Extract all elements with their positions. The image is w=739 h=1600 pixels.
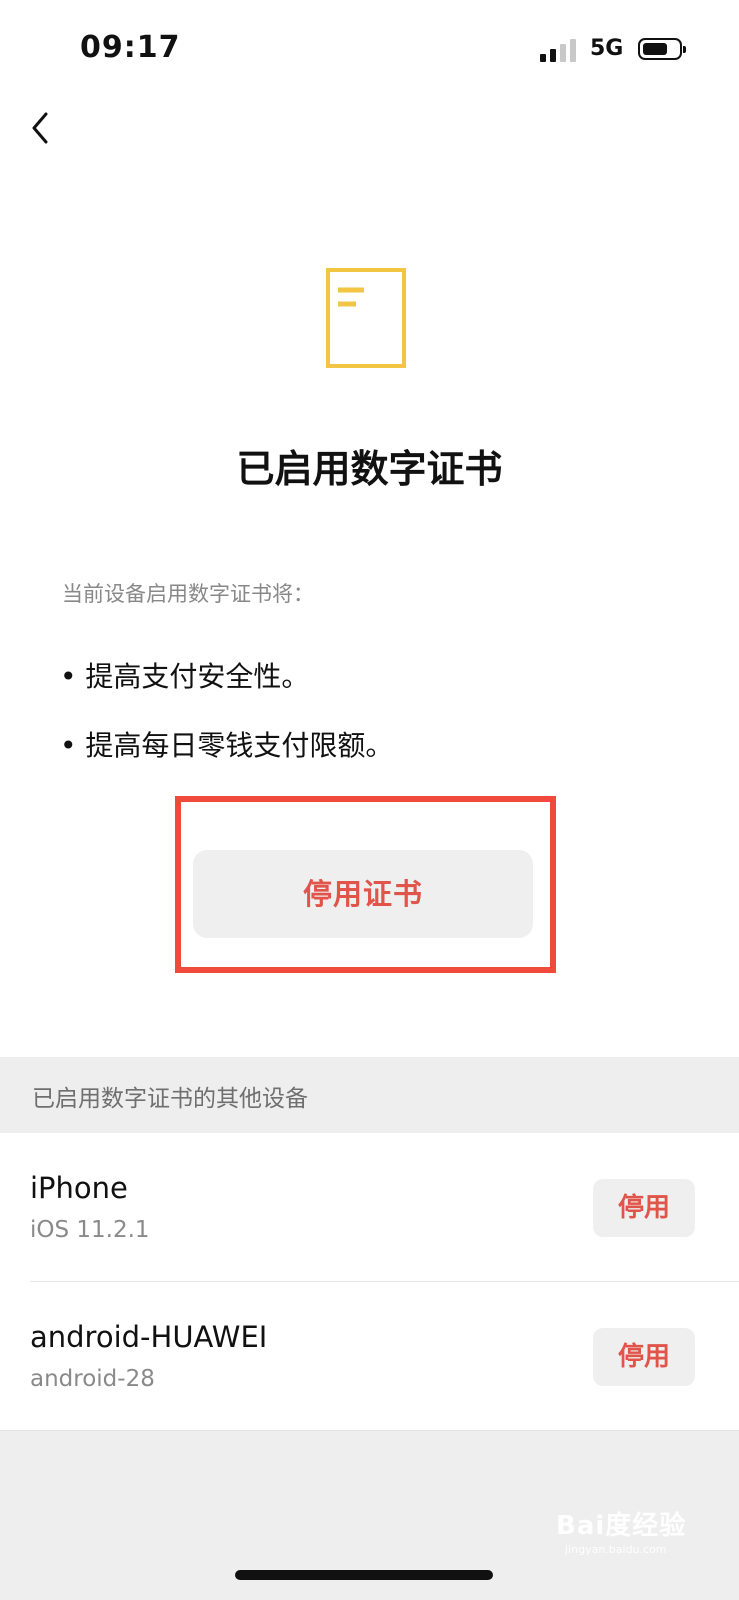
device-row: iPhone iOS 11.2.1 停用 (0, 1133, 739, 1282)
watermark-url: jingyan.baidu.com (565, 1543, 667, 1556)
device-name: iPhone (30, 1171, 128, 1205)
network-type: 5G (590, 36, 624, 61)
disable-device-button[interactable]: 停用 (593, 1179, 695, 1237)
device-row: android-HUAWEI android-28 停用 (0, 1282, 739, 1430)
certificate-page: 09:17 5G 已启用数字证书 当前设备启用数字证书将： • 提高支付安全性。… (0, 0, 739, 1600)
disable-certificate-button[interactable]: 停用证书 (193, 850, 533, 938)
status-time: 09:17 (80, 30, 181, 65)
other-devices-list: iPhone iOS 11.2.1 停用 android-HUAWEI andr… (0, 1133, 739, 1430)
chevron-left-icon (32, 112, 48, 144)
watermark: Bai度经验 (556, 1511, 687, 1541)
other-devices-section-header: 已启用数字证书的其他设备 (0, 1057, 739, 1133)
signal-icon (540, 38, 580, 62)
battery-icon (638, 38, 686, 60)
document-icon (326, 268, 406, 368)
home-indicator[interactable] (235, 1570, 493, 1580)
page-title: 已启用数字证书 (236, 447, 503, 491)
benefit-item: • 提高支付安全性。 (60, 660, 310, 693)
status-bar: 09:17 5G (0, 0, 739, 100)
back-button[interactable] (28, 108, 68, 152)
device-os: android-28 (30, 1366, 155, 1392)
section-title: 已启用数字证书的其他设备 (32, 1086, 308, 1112)
benefit-item: • 提高每日零钱支付限额。 (60, 729, 394, 762)
description-subtitle: 当前设备启用数字证书将： (62, 582, 314, 606)
disable-device-button[interactable]: 停用 (593, 1328, 695, 1386)
device-os: iOS 11.2.1 (30, 1217, 150, 1243)
device-name: android-HUAWEI (30, 1320, 268, 1354)
